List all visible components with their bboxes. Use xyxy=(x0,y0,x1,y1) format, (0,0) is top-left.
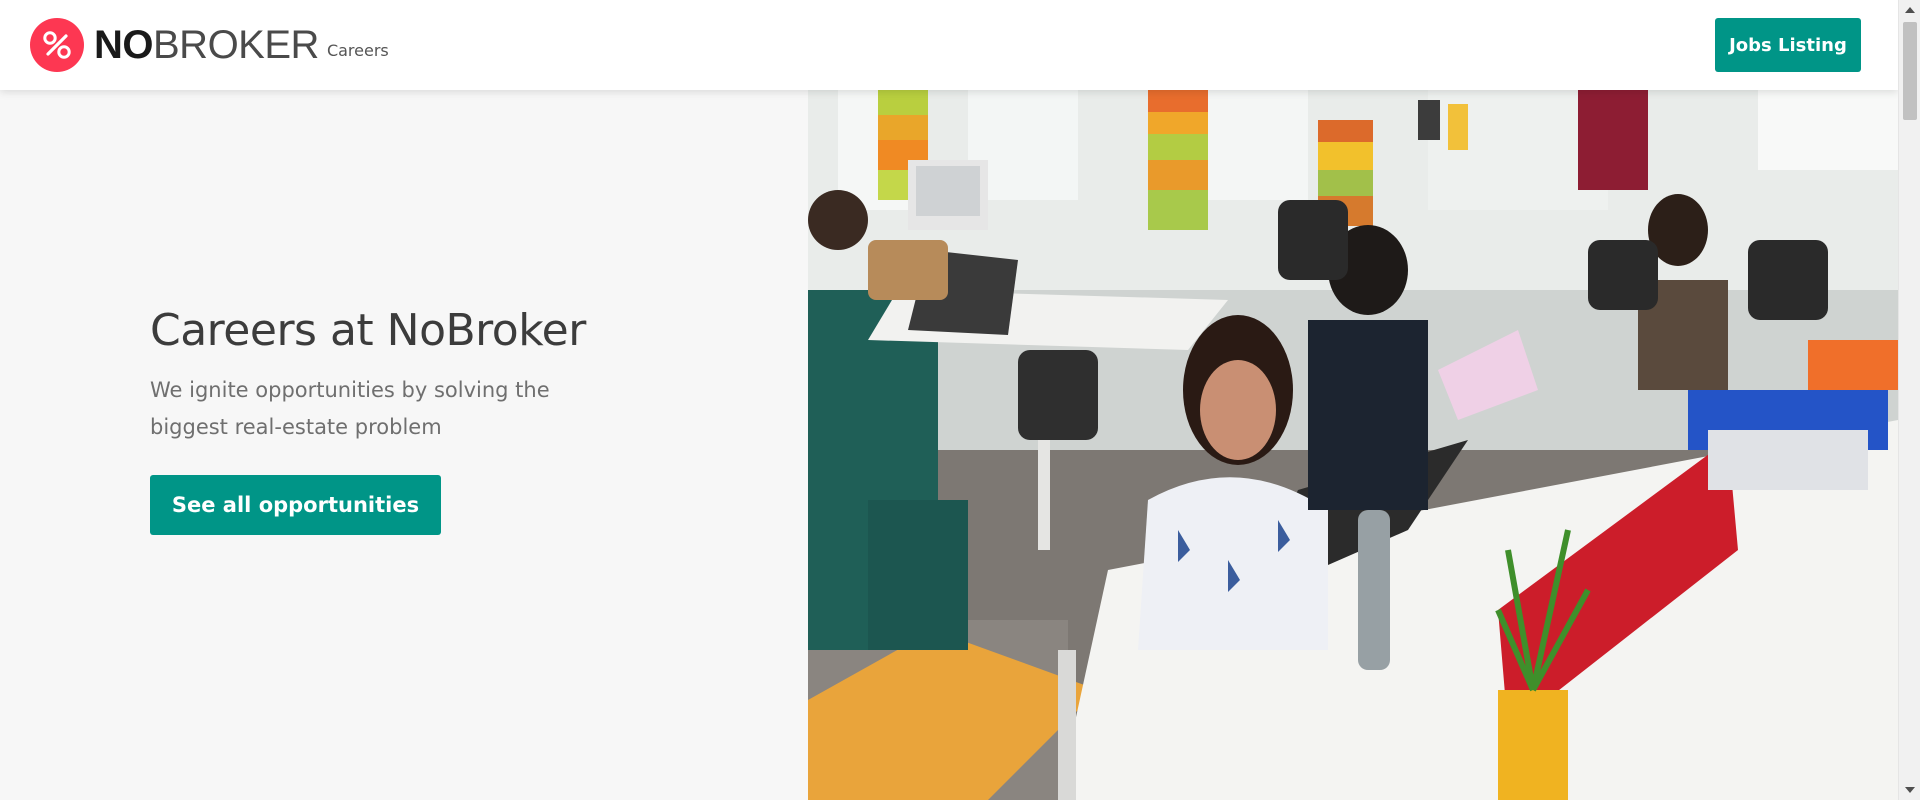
office-photo xyxy=(808,90,1898,800)
page-scrollbar[interactable] xyxy=(1898,0,1920,800)
nobroker-logo-icon xyxy=(30,18,84,72)
hero-title: Careers at NoBroker xyxy=(150,305,586,356)
careers-page: NOBROKER Careers Jobs Listing Careers at… xyxy=(0,0,1920,800)
chevron-up-icon[interactable] xyxy=(1899,0,1920,20)
brand-logo-link[interactable]: NOBROKER Careers xyxy=(30,18,389,72)
brand-subtitle: Careers xyxy=(326,40,389,60)
top-header: NOBROKER Careers Jobs Listing xyxy=(0,0,1898,90)
jobs-listing-button[interactable]: Jobs Listing xyxy=(1715,18,1861,72)
hero-text-panel: Careers at NoBroker We ignite opportunit… xyxy=(0,90,808,800)
chevron-down-icon[interactable] xyxy=(1899,780,1920,800)
brand-wordmark-light: BROKER xyxy=(153,23,319,67)
hero-description: We ignite opportunities by solving the b… xyxy=(150,378,550,439)
scrollbar-thumb[interactable] xyxy=(1903,22,1917,120)
see-all-opportunities-button[interactable]: See all opportunities xyxy=(150,475,441,535)
brand-wordmark: NOBROKER xyxy=(94,18,319,72)
brand-wordmark-bold: NO xyxy=(94,23,154,67)
office-photo-illustration xyxy=(808,90,1898,800)
